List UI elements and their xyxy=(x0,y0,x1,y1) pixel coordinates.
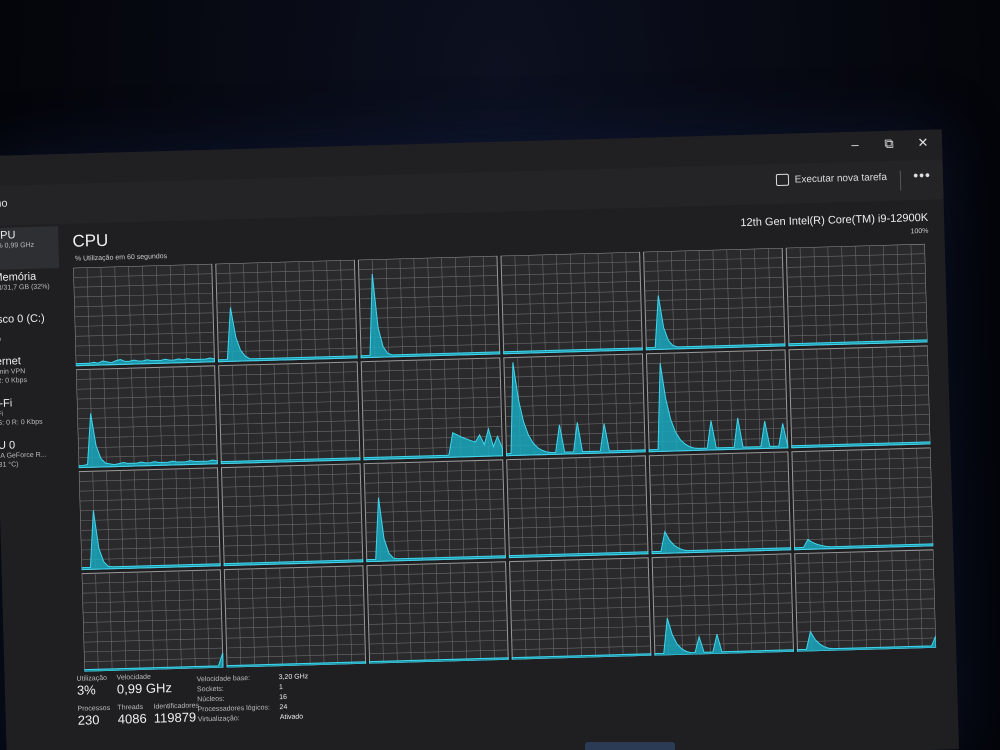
sidebar-item-detail: 3% 0,99 GHz xyxy=(0,241,35,250)
detail-value: Ativado xyxy=(279,713,304,722)
stat-value: 3% xyxy=(76,682,96,698)
core-graph-8 xyxy=(360,357,504,461)
detail-key: Virtualização: xyxy=(197,715,240,724)
cpu-stats: Utilização 3% Velocidade 0,99 GHz Proces… xyxy=(77,656,780,750)
stat-value: 0,99 GHz xyxy=(116,680,173,697)
core-graph-7 xyxy=(218,361,361,465)
cpu-model-name: 12th Gen Intel(R) Core(TM) i9-12900K xyxy=(740,211,929,230)
run-new-task-button[interactable]: Executar nova tarefa xyxy=(775,171,888,187)
core-graph-16 xyxy=(648,451,792,555)
threads-stat: Threads 4086 xyxy=(117,704,147,727)
core-graph-grid xyxy=(73,243,937,672)
stat-value: 230 xyxy=(77,712,100,728)
processes-stat: Processos 230 xyxy=(77,705,110,728)
speed-stat: Velocidade 0,99 GHz xyxy=(117,673,173,697)
run-new-task-label: Executar nova tarefa xyxy=(794,171,888,186)
sidebar-item-gpu[interactable]: U 0 IA GeForce R... 31 °C) xyxy=(0,436,65,480)
cpu-panel: CPU % Utilização em 60 segundos 12th Gen… xyxy=(72,208,949,750)
detail-value: 24 xyxy=(279,703,288,712)
sidebar-item-disk[interactable]: isco 0 (C:) D % xyxy=(0,310,62,354)
core-graph-1 xyxy=(215,259,358,363)
task-manager-window: – ⧉ ✕ ho Executar nova tarefa ••• CPU 3%… xyxy=(0,129,959,750)
graph-caption: % Utilização em 60 segundos xyxy=(74,253,168,263)
window-controls: – ⧉ ✕ xyxy=(842,132,937,157)
more-options-button[interactable]: ••• xyxy=(913,167,931,183)
sidebar-item-detail: % xyxy=(0,333,61,344)
core-graph-2 xyxy=(357,255,501,359)
sidebar-item-ethernet[interactable]: ernet lmin VPN R: 0 Kbps xyxy=(0,352,63,396)
detail-value: 3,20 GHz xyxy=(278,673,309,682)
page-title: ho xyxy=(0,197,8,210)
stat-value: 119879 xyxy=(153,709,197,726)
close-button[interactable]: ✕ xyxy=(910,132,937,155)
divider xyxy=(899,170,902,191)
core-graph-10 xyxy=(645,349,789,453)
photo-scene: – ⧉ ✕ ho Executar nova tarefa ••• CPU 3%… xyxy=(0,0,1000,750)
performance-sidebar: CPU 3% 0,99 GHz Memória 13/31,7 GB (32%)… xyxy=(0,226,73,750)
sidebar-item-detail: 13/31,7 GB (32%) xyxy=(0,283,50,292)
sidebar-item-detail: R: 0 Kbps xyxy=(0,377,28,385)
core-graph-23 xyxy=(794,549,937,653)
core-graph-19 xyxy=(223,565,367,669)
sidebar-item-detail: S: 0 R: 0 Kbps xyxy=(0,418,43,427)
minimize-button[interactable]: – xyxy=(842,133,869,156)
detail-value: 16 xyxy=(279,693,288,702)
core-graph-22 xyxy=(651,553,795,657)
handles-stat: Identificadores 119879 xyxy=(153,702,199,725)
sidebar-item-wifi[interactable]: i-Fi Fi S: 0 R: 0 Kbps xyxy=(0,394,64,438)
core-graph-0 xyxy=(73,263,216,367)
core-graph-4 xyxy=(643,247,786,351)
core-graph-15 xyxy=(506,455,649,559)
cpu-details: Velocidade base: 3,20 GHz Sockets: 1 Núc… xyxy=(197,673,310,726)
sidebar-item-cpu[interactable]: CPU 3% 0,99 GHz xyxy=(0,226,60,270)
core-graph-3 xyxy=(500,251,643,355)
panel-title: CPU xyxy=(72,230,109,251)
logical-processor-graphs xyxy=(73,243,937,672)
graph-max-label: 100% xyxy=(910,227,929,236)
detail-value: 1 xyxy=(278,684,283,692)
core-graph-6 xyxy=(75,365,218,469)
core-graph-20 xyxy=(366,561,509,665)
utilization-stat: Utilização 3% xyxy=(77,675,108,698)
maximize-button[interactable]: ⧉ xyxy=(876,133,903,156)
core-graph-11 xyxy=(788,345,931,449)
core-graph-12 xyxy=(78,467,221,571)
taskbar-glow xyxy=(585,742,675,750)
core-graph-14 xyxy=(363,459,506,563)
core-graph-5 xyxy=(785,243,929,347)
core-graph-21 xyxy=(509,557,652,661)
core-graph-13 xyxy=(220,463,364,567)
core-graph-17 xyxy=(791,447,934,551)
sidebar-item-detail: 31 °C) xyxy=(0,461,19,469)
core-graph-9 xyxy=(503,353,646,457)
core-graph-18 xyxy=(81,569,224,672)
run-task-icon xyxy=(775,173,789,187)
sidebar-item-memory[interactable]: Memória 13/31,7 GB (32%) xyxy=(0,268,60,312)
stat-value: 4086 xyxy=(117,710,147,727)
detail-row: Virtualização: Ativado xyxy=(198,713,310,726)
